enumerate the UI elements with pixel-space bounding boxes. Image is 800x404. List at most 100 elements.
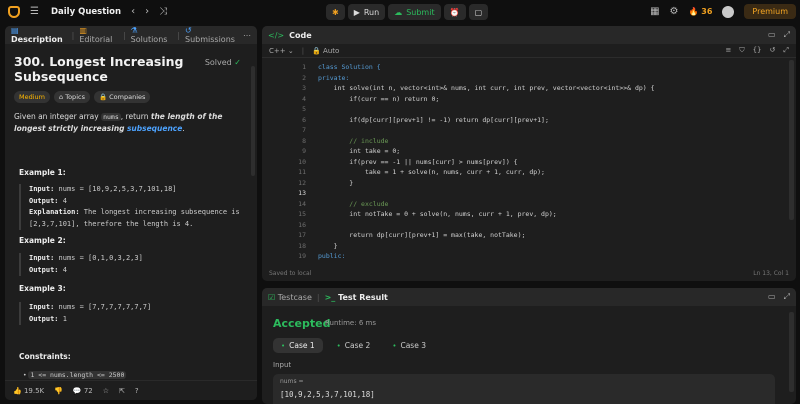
subsequence-link[interactable]: subsequence	[127, 124, 182, 133]
tab-testcase[interactable]: ☑ Testcase	[268, 293, 312, 302]
example-output: 4	[62, 265, 67, 274]
auto-mode-toggle[interactable]: 🔒 Auto	[312, 47, 339, 55]
streak-counter[interactable]: 🔥 36	[688, 7, 712, 16]
code-line: if(curr == n) return 0;	[318, 94, 440, 103]
maximize-icon[interactable]: ⤢	[784, 292, 790, 302]
user-avatar[interactable]	[722, 5, 735, 18]
debug-button[interactable]: ✱	[326, 4, 345, 20]
result-scrollbar[interactable]	[789, 312, 794, 392]
tab-submissions[interactable]: ↺ Submissions	[185, 26, 238, 44]
fullscreen-icon[interactable]: ⤢	[783, 46, 789, 55]
like-button[interactable]: 👍 19.5K	[13, 387, 44, 395]
line-number: 13	[298, 189, 306, 197]
code-line: if(dp[curr][prev+1] != -1) return dp[cur…	[318, 115, 549, 124]
problem-list-title[interactable]: Daily Question	[51, 7, 121, 17]
code-header: </> Code ▭ ⤢	[262, 26, 796, 44]
cloud-upload-icon: ☁	[394, 7, 403, 17]
code-line: return dp[curr][prev+1] = max(take, notT…	[318, 231, 526, 239]
reset-icon[interactable]: ↺	[770, 46, 776, 55]
minimize-icon[interactable]: ▭	[768, 292, 776, 302]
run-label: Run	[363, 7, 380, 17]
save-status: Saved to local	[269, 269, 312, 277]
line-number: 11	[298, 168, 306, 176]
maximize-icon[interactable]: ⤢	[784, 30, 790, 40]
thumbs-down-icon: 👎	[54, 386, 63, 395]
tab-editorial[interactable]: ▥ Editorial	[79, 26, 118, 44]
help-icon[interactable]: ?	[135, 387, 139, 395]
editor-scrollbar[interactable]	[789, 60, 794, 220]
description-footer: 👍 19.5K 👎 💬 72 ☆ ⇱ ?	[5, 380, 257, 400]
code-line: }	[318, 241, 338, 250]
description-panel: ▤ Description | ▥ Editorial | ⚗ Solution…	[5, 26, 257, 400]
line-number: 3	[302, 84, 306, 92]
output-label: Output:	[29, 314, 59, 323]
companies-tag[interactable]: 🔒 Companies	[93, 91, 151, 103]
constraint-code: 1 <= nums.length <= 2500	[28, 371, 127, 379]
example-2-block: Input: nums = [0,1,0,3,2,3] Output: 4	[19, 253, 143, 276]
alarm-icon: ⏰	[449, 7, 460, 17]
comments-button[interactable]: 💬 72	[73, 387, 93, 395]
next-problem-icon[interactable]: ›	[145, 7, 149, 17]
code-title: Code	[289, 30, 312, 40]
share-icon[interactable]: ⇱	[119, 387, 125, 395]
code-editor[interactable]: 1 class Solution {2 private: 3 int solve(in…	[262, 58, 796, 264]
line-number: 9	[302, 147, 306, 155]
play-icon: ▶	[353, 7, 360, 17]
case-label: Case 1	[289, 341, 315, 350]
braces-icon[interactable]: {}	[753, 46, 762, 55]
example-3-block: Input: nums = [7,7,7,7,7,7,7] Output: 1	[19, 302, 151, 325]
more-options-icon[interactable]: ⋯	[243, 31, 251, 40]
tab-solutions[interactable]: ⚗ Solutions	[131, 26, 173, 44]
prev-problem-icon[interactable]: ‹	[131, 7, 135, 17]
tag-icon: ⌂	[59, 93, 64, 101]
tab-divider: |	[177, 30, 180, 40]
solved-label: Solved	[204, 58, 232, 67]
code-line: take = 1 + solve(n, nums, curr + 1, curr…	[318, 168, 545, 176]
pass-dot-icon: •	[336, 341, 341, 350]
line-number: 19	[298, 252, 306, 260]
language-select[interactable]: C++ ⌄	[269, 47, 294, 55]
shuffle-icon[interactable]: ⤨	[159, 7, 167, 17]
terminal-icon: >_	[324, 292, 336, 302]
minimize-icon[interactable]: ▭	[768, 30, 776, 40]
problem-list-icon[interactable]: ☰	[30, 7, 39, 17]
star-icon[interactable]: ☆	[103, 387, 109, 395]
top-bar: ☰ Daily Question ‹ › ⤨ ✱ ▶ Run ☁ Submit ⏰ …	[0, 0, 800, 24]
topics-tag[interactable]: ⌂ Topics	[54, 91, 90, 103]
problem-tags: Medium ⌂ Topics 🔒 Companies	[14, 91, 248, 103]
notes-button[interactable]: ▢	[468, 4, 489, 20]
comment-count: 72	[83, 386, 93, 395]
case-tab-2[interactable]: • Case 2	[329, 338, 379, 353]
tab-test-result[interactable]: >_ Test Result	[325, 293, 388, 302]
flask-icon: ⚗	[130, 26, 138, 35]
case-tab-3[interactable]: • Case 3	[384, 338, 434, 353]
premium-button[interactable]: Premium	[744, 4, 796, 19]
line-number: 8	[302, 136, 306, 145]
tab-description[interactable]: ▤ Description	[11, 26, 67, 44]
leetcode-logo[interactable]	[8, 6, 20, 18]
code-line: int notTake = 0 + solve(n, nums, curr + …	[318, 210, 557, 218]
case-tab-1[interactable]: • Case 1	[273, 338, 323, 353]
code-line: int solve(int n, vector<int>& nums, int …	[318, 84, 655, 92]
dislike-button[interactable]: 👎	[54, 387, 63, 395]
line-number: 18	[298, 241, 306, 250]
tab-solutions-label: Solutions	[130, 35, 168, 44]
code-line: if(prev == -1 || nums[curr] > nums[prev]…	[318, 157, 518, 166]
case-label: Case 2	[344, 341, 371, 350]
bookmark-icon[interactable]: ⛉	[739, 46, 744, 55]
description-scrollbar[interactable]	[251, 66, 255, 176]
input-variable-name: nums =	[280, 378, 304, 385]
inline-code: nums	[101, 113, 121, 121]
code-line: class Solution {	[318, 63, 381, 71]
like-count: 19.5K	[23, 386, 45, 395]
timer-button[interactable]: ⏰	[443, 4, 466, 20]
tab-submissions-label: Submissions	[185, 35, 235, 44]
settings-gear-icon[interactable]: ⚙	[670, 6, 679, 17]
layout-icon[interactable]: ▦	[650, 6, 659, 17]
example-1-block: Input: nums = [10,9,2,5,3,7,101,18] Outp…	[19, 184, 244, 230]
format-icon[interactable]: ≡	[725, 46, 731, 55]
input-label: Input:	[29, 303, 55, 311]
submit-button[interactable]: ☁ Submit	[388, 4, 441, 20]
run-button[interactable]: ▶ Run	[347, 4, 386, 20]
line-number: 2	[302, 73, 306, 82]
